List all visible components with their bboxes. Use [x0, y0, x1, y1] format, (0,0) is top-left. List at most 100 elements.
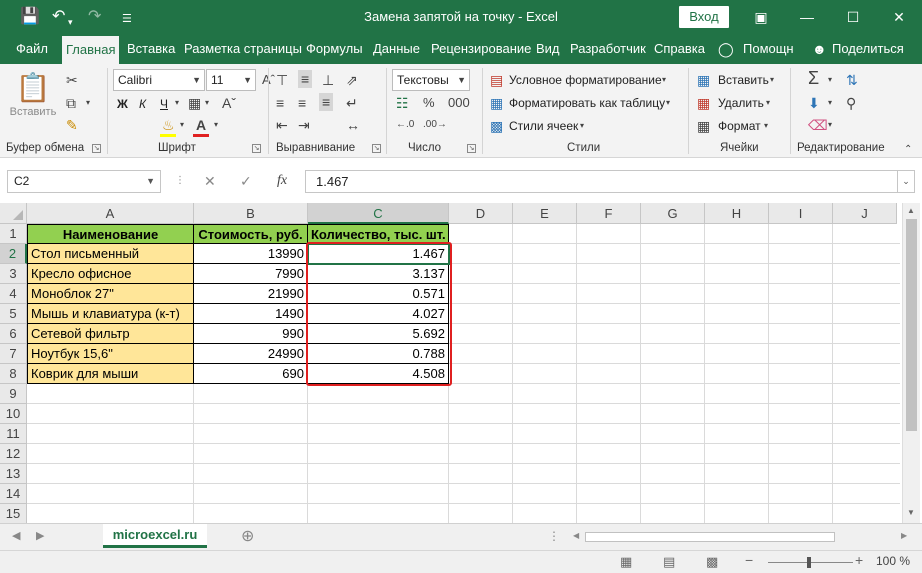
column-header-i[interactable]: I — [769, 203, 833, 224]
format-as-table-button[interactable]: Форматировать как таблицу — [509, 95, 665, 111]
alignment-launcher-icon[interactable]: ↘ — [372, 144, 381, 153]
bold-button[interactable]: Ж — [117, 96, 128, 112]
chevron-down-icon[interactable]: ▾ — [666, 95, 670, 111]
table-cell-name[interactable]: Стол письменный — [27, 244, 194, 264]
insert-function-icon[interactable]: fx — [277, 172, 287, 190]
copy-dropdown-icon[interactable]: ▾ — [86, 95, 90, 111]
clipboard-launcher-icon[interactable]: ↘ — [92, 144, 101, 153]
row-header[interactable]: 11 — [0, 424, 27, 444]
font-name-select[interactable]: Calibri ▼ — [113, 69, 205, 91]
table-cell-name[interactable]: Ноутбук 15,6" — [27, 344, 194, 364]
comma-style-icon[interactable]: 000 — [448, 95, 470, 111]
login-button[interactable]: Вход — [679, 6, 729, 28]
row-header[interactable]: 3 — [0, 264, 27, 284]
add-sheet-icon[interactable]: ⊕ — [241, 526, 254, 546]
insert-cells-button[interactable]: Вставить — [718, 72, 769, 88]
tab-home[interactable]: Главная — [62, 36, 120, 64]
column-header-g[interactable]: G — [641, 203, 705, 224]
table-cell-price[interactable]: 21990 — [194, 284, 308, 304]
tab-formulas[interactable]: Формулы — [306, 34, 363, 64]
scroll-left-icon[interactable]: ◀ — [573, 531, 579, 540]
merge-center-icon[interactable]: ↔ — [346, 117, 360, 133]
row-header[interactable]: 12 — [0, 444, 27, 464]
column-header-f[interactable]: F — [577, 203, 641, 224]
row-header[interactable]: 13 — [0, 464, 27, 484]
chevron-down-icon[interactable]: ▾ — [764, 118, 768, 134]
tab-file[interactable]: Файл — [16, 34, 48, 64]
collapse-ribbon-icon[interactable]: ⌃ — [904, 142, 912, 158]
decrease-font-icon[interactable]: Aˇ — [222, 95, 236, 111]
tab-review[interactable]: Рецензирование — [431, 34, 531, 64]
chevron-down-icon[interactable]: ▾ — [580, 118, 584, 134]
autosum-icon[interactable]: Σ — [808, 69, 819, 87]
tab-page-layout[interactable]: Разметка страницы — [184, 34, 302, 64]
underline-dropdown-icon[interactable]: ▾ — [175, 95, 179, 111]
table-cell-price[interactable]: 1490 — [194, 304, 308, 324]
tab-view[interactable]: Вид — [536, 34, 560, 64]
normal-view-icon[interactable]: ▦ — [620, 554, 632, 570]
align-bottom-icon[interactable]: ⊥ — [322, 72, 334, 88]
row-header[interactable]: 5 — [0, 304, 27, 324]
horizontal-scrollbar[interactable]: ◀ ▶ — [571, 530, 911, 544]
scroll-up-icon[interactable]: ▲ — [907, 206, 915, 215]
table-cell-price[interactable]: 690 — [194, 364, 308, 384]
font-color-icon[interactable]: A — [196, 117, 206, 133]
row-header[interactable]: 1 — [0, 224, 27, 244]
delete-cells-button[interactable]: Удалить — [718, 95, 764, 111]
align-top-icon[interactable]: ⊤ — [276, 72, 288, 88]
table-cell-price[interactable]: 7990 — [194, 264, 308, 284]
align-right-icon[interactable]: ≡ — [319, 93, 334, 111]
fill-dropdown-icon[interactable]: ▾ — [180, 117, 184, 133]
sheet-tab-microexcel[interactable]: microexcel.ru — [103, 524, 207, 548]
chevron-down-icon[interactable]: ▾ — [770, 72, 774, 88]
find-select-icon[interactable]: ⚲ — [846, 95, 856, 111]
lightbulb-icon[interactable]: ◯ — [718, 34, 734, 64]
increase-indent-icon[interactable]: ⇥ — [298, 117, 310, 133]
table-cell-price[interactable]: 13990 — [194, 244, 308, 264]
close-icon[interactable]: ✕ — [884, 5, 914, 29]
vertical-scroll-thumb[interactable] — [906, 219, 917, 431]
page-layout-view-icon[interactable]: ▤ — [663, 554, 675, 570]
row-header[interactable]: 14 — [0, 484, 27, 504]
select-all-button[interactable] — [0, 203, 27, 224]
underline-button[interactable]: Ч — [160, 96, 168, 112]
fill-color-icon[interactable]: ♨ — [162, 117, 175, 133]
row-header[interactable]: 15 — [0, 504, 27, 523]
column-header-d[interactable]: D — [449, 203, 513, 224]
align-center-icon[interactable]: ≡ — [298, 95, 306, 111]
font-color-dropdown-icon[interactable]: ▾ — [214, 117, 218, 133]
tab-share[interactable]: Поделиться — [832, 34, 904, 64]
next-sheet-icon[interactable]: ▶ — [36, 529, 44, 542]
prev-sheet-icon[interactable]: ◀ — [12, 529, 20, 542]
minimize-icon[interactable]: — — [792, 5, 822, 29]
row-header[interactable]: 7 — [0, 344, 27, 364]
tab-help[interactable]: Справка — [654, 34, 705, 64]
tab-insert[interactable]: Вставка — [127, 34, 175, 64]
table-header-cell[interactable]: Количество, тыс. шт. — [308, 224, 449, 244]
column-header-a[interactable]: A — [27, 203, 194, 224]
percent-icon[interactable]: % — [423, 95, 435, 111]
cut-icon[interactable]: ✂ — [66, 72, 78, 88]
orientation-icon[interactable]: ⇗ — [346, 72, 358, 88]
horizontal-scroll-thumb[interactable] — [585, 532, 835, 542]
column-header-h[interactable]: H — [705, 203, 769, 224]
chevron-down-icon[interactable]: ▾ — [828, 117, 832, 133]
table-cell-price[interactable]: 990 — [194, 324, 308, 344]
fill-icon[interactable]: ⬇ — [808, 95, 820, 111]
formula-input[interactable]: 1.467 — [305, 170, 898, 193]
tab-tell-me[interactable]: Помощн — [743, 34, 794, 64]
scroll-right-icon[interactable]: ▶ — [901, 531, 907, 540]
number-format-select[interactable]: Текстовы ▼ — [392, 69, 470, 91]
column-header-c[interactable]: C — [308, 203, 449, 224]
chevron-down-icon[interactable]: ▾ — [662, 72, 666, 88]
borders-icon[interactable]: ▦ — [188, 95, 201, 111]
decrease-decimal-icon[interactable]: .00→ — [423, 117, 447, 133]
row-header[interactable]: 6 — [0, 324, 27, 344]
clear-icon[interactable]: ⌫ — [808, 117, 828, 133]
align-middle-icon[interactable]: ≡ — [298, 70, 313, 88]
sort-filter-icon[interactable]: ⇅ — [846, 72, 858, 88]
number-launcher-icon[interactable]: ↘ — [467, 144, 476, 153]
wrap-text-icon[interactable]: ↵ — [346, 95, 358, 111]
column-header-b[interactable]: B — [194, 203, 308, 224]
chevron-down-icon[interactable]: ▾ — [828, 72, 832, 88]
